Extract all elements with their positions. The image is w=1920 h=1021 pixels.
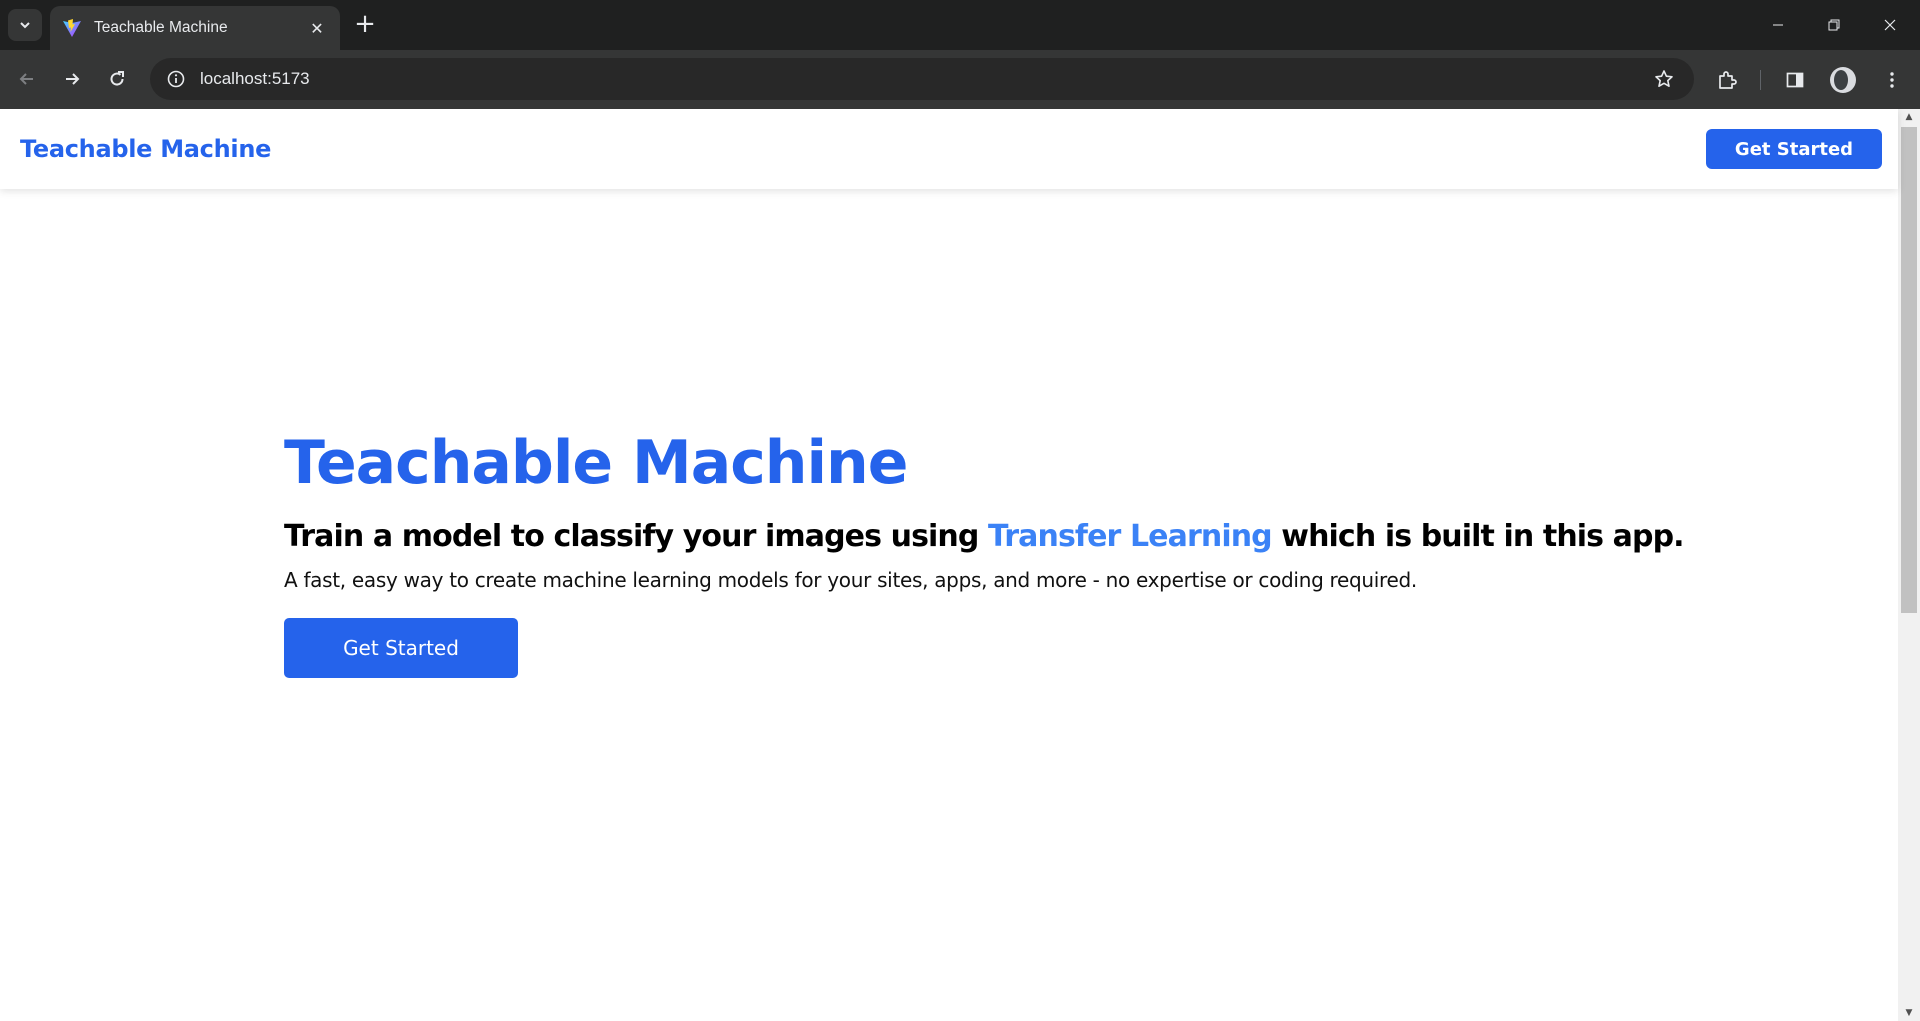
forward-icon — [66, 73, 80, 85]
subtitle-before: Train a model to classify your images us… — [284, 519, 988, 554]
profile-button[interactable] — [1827, 64, 1859, 96]
minimize-icon — [1773, 24, 1783, 26]
restore-icon — [1828, 19, 1840, 31]
scroll-down-arrow-icon[interactable]: ▼ — [1898, 1005, 1920, 1021]
site-info-button[interactable] — [156, 58, 196, 100]
browser-tab[interactable]: Teachable Machine ✕ — [50, 6, 340, 50]
extensions-button[interactable] — [1711, 64, 1743, 96]
subtitle-after: which is built in this app. — [1271, 519, 1684, 554]
close-window-icon — [1884, 19, 1896, 31]
browser-toolbar: localhost:5173 — [0, 50, 1920, 109]
tab-title: Teachable Machine — [94, 19, 228, 36]
site-info-icon — [167, 70, 185, 88]
side-panel-icon — [1786, 72, 1804, 88]
extensions-icon — [1719, 71, 1737, 89]
bookmark-star-icon — [1655, 70, 1673, 87]
restore-button[interactable] — [1806, 0, 1862, 50]
close-window-button[interactable] — [1862, 0, 1918, 50]
hero-description: A fast, easy way to create machine learn… — [284, 568, 1417, 592]
site-navbar: Teachable Machine Get Started — [0, 109, 1898, 189]
page-scrollbar[interactable]: ▲ ▼ — [1898, 109, 1920, 1021]
bookmark-button[interactable] — [1644, 58, 1684, 100]
chevron-down-icon — [20, 22, 30, 29]
reload-button[interactable] — [102, 64, 132, 94]
new-tab-button[interactable]: + — [352, 11, 378, 38]
minimize-button[interactable] — [1750, 0, 1806, 50]
forward-button[interactable] — [57, 64, 87, 94]
page-viewport: Teachable Machine Get Started Teachable … — [0, 109, 1920, 1021]
hero-get-started-button[interactable]: Get Started — [284, 618, 518, 678]
more-menu-button[interactable] — [1876, 64, 1908, 96]
hero-title: Teachable Machine — [284, 428, 908, 498]
browser-tab-strip: Teachable Machine ✕ + — [0, 0, 1920, 50]
scroll-up-arrow-icon[interactable]: ▲ — [1898, 109, 1920, 125]
hero-section: Teachable Machine Train a model to class… — [284, 428, 1685, 678]
tab-close-icon[interactable]: ✕ — [306, 19, 328, 38]
toolbar-separator — [1760, 70, 1761, 90]
hero-subtitle: Train a model to classify your images us… — [284, 519, 1685, 554]
back-button[interactable] — [12, 64, 42, 94]
reload-icon — [110, 71, 124, 86]
subtitle-highlight: Transfer Learning — [988, 519, 1273, 554]
side-panel-button[interactable] — [1779, 64, 1811, 96]
tab-search-button[interactable] — [8, 9, 42, 41]
more-menu-icon — [1890, 72, 1894, 88]
address-url[interactable]: localhost:5173 — [200, 69, 1644, 89]
navbar-get-started-button[interactable]: Get Started — [1706, 129, 1882, 169]
address-bar[interactable]: localhost:5173 — [150, 58, 1694, 100]
back-icon — [19, 73, 33, 85]
brand-logo[interactable]: Teachable Machine — [20, 135, 271, 163]
vite-logo-icon — [63, 19, 81, 37]
scrollbar-thumb[interactable] — [1901, 127, 1917, 613]
profile-avatar — [1830, 67, 1856, 93]
